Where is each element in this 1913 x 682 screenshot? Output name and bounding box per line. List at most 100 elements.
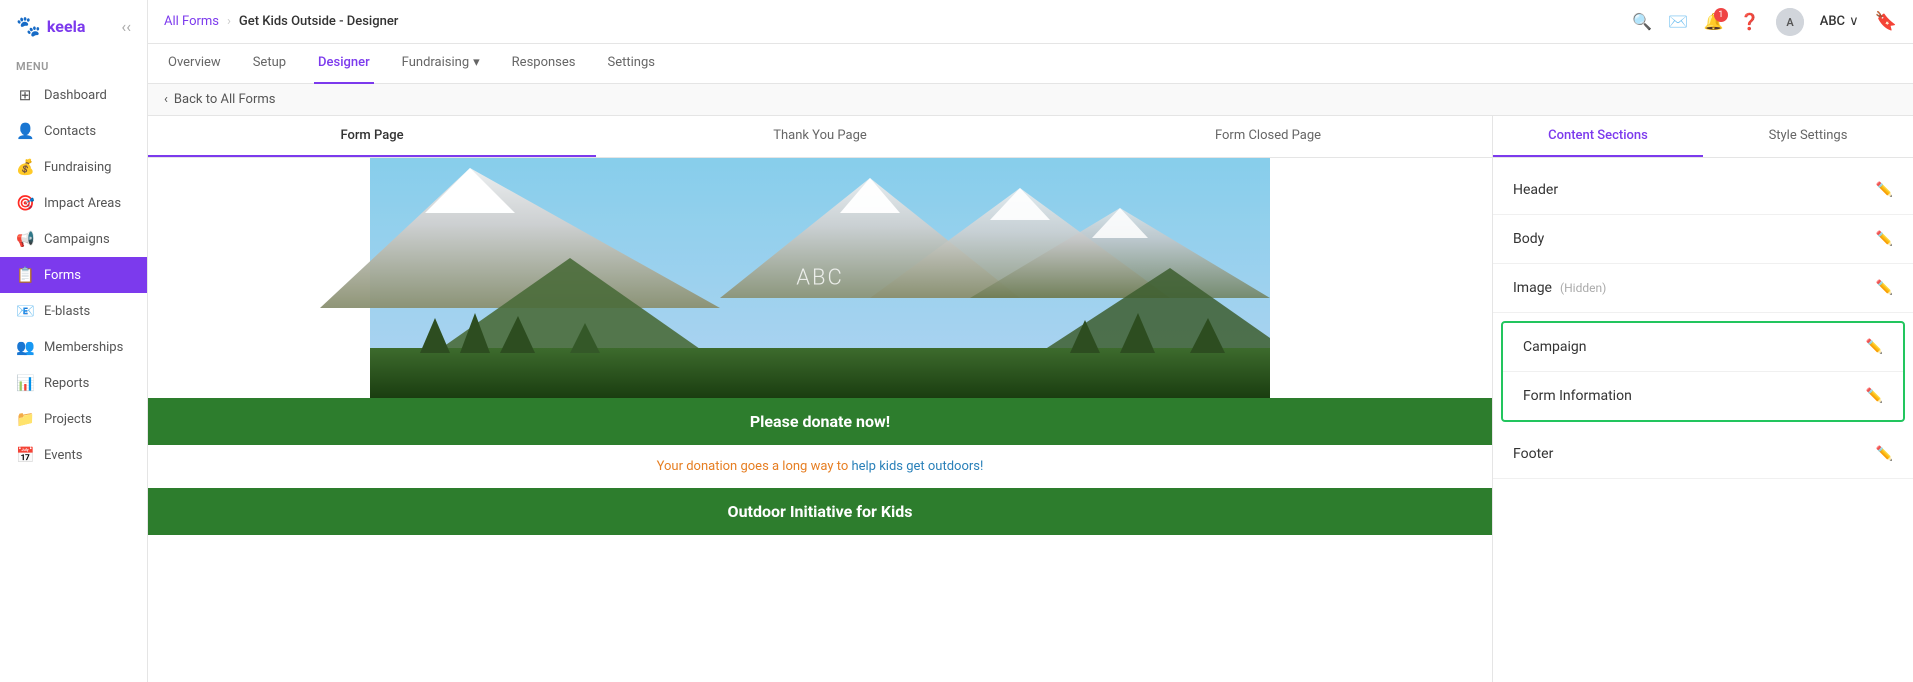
section-header-edit-icon[interactable]: ✏️ — [1876, 182, 1893, 198]
preview-tab-form-page[interactable]: Form Page — [148, 116, 596, 157]
preview-tab-form-closed-label: Form Closed Page — [1215, 128, 1321, 143]
panel-tab-style-settings-label: Style Settings — [1769, 128, 1848, 143]
sidebar-item-dashboard[interactable]: ⊞ Dashboard — [0, 77, 147, 113]
tab-designer-label: Designer — [318, 55, 370, 70]
section-form-information-label: Form Information — [1523, 388, 1632, 404]
tab-responses-label: Responses — [512, 55, 576, 70]
mail-icon[interactable]: ✉️ — [1668, 12, 1688, 31]
section-body-edit-icon[interactable]: ✏️ — [1876, 231, 1893, 247]
main-content: All Forms › Get Kids Outside - Designer … — [148, 0, 1913, 682]
tab-fundraising-label: Fundraising — [402, 55, 469, 70]
form-preview: Form Page Thank You Page Form Closed Pag… — [148, 116, 1493, 682]
section-item-image[interactable]: Image (Hidden) ✏️ — [1493, 264, 1913, 313]
sidebar-item-projects[interactable]: 📁 Projects — [0, 401, 147, 437]
contacts-icon: 👤 — [16, 122, 34, 140]
forms-icon: 📋 — [16, 266, 34, 284]
topbar-right: 🔍 ✉️ 🔔 1 ❓ A ABC ∨ 🔖 — [1632, 8, 1897, 36]
section-footer-label: Footer — [1513, 446, 1553, 462]
sidebar-item-impact-areas[interactable]: 🎯 Impact Areas — [0, 185, 147, 221]
section-campaign-edit-icon[interactable]: ✏️ — [1866, 339, 1883, 355]
panel-tab-content-sections[interactable]: Content Sections — [1493, 116, 1703, 157]
form-cta-bar: Please donate now! — [148, 398, 1492, 445]
panel-content: Header ✏️ Body ✏️ Image (Hidden) ✏️ — [1493, 158, 1913, 682]
sidebar-item-label: Reports — [44, 376, 89, 391]
section-body-label: Body — [1513, 231, 1544, 247]
svg-text:A: A — [1786, 16, 1794, 29]
sidebar-item-reports[interactable]: 📊 Reports — [0, 365, 147, 401]
section-group-highlighted: Campaign ✏️ Form Information ✏️ — [1501, 321, 1905, 422]
breadcrumb-all-forms[interactable]: All Forms — [164, 14, 219, 29]
form-content: ABC Please donate now! Your donation goe… — [148, 158, 1492, 682]
section-header-label: Header — [1513, 182, 1558, 198]
sidebar-item-contacts[interactable]: 👤 Contacts — [0, 113, 147, 149]
form-cta-text: Please donate now! — [750, 412, 890, 431]
subnav: Overview Setup Designer Fundraising ▾ Re… — [148, 44, 1913, 84]
sidebar-item-e-blasts[interactable]: 📧 E-blasts — [0, 293, 147, 329]
tab-responses[interactable]: Responses — [508, 44, 580, 84]
section-item-body[interactable]: Body ✏️ — [1493, 215, 1913, 264]
right-panel: Content Sections Style Settings Header ✏… — [1493, 116, 1913, 682]
projects-icon: 📁 — [16, 410, 34, 428]
back-to-forms-link[interactable]: ‹ Back to All Forms — [164, 92, 1897, 107]
tab-fundraising[interactable]: Fundraising ▾ — [398, 44, 484, 84]
section-image-edit-icon[interactable]: ✏️ — [1876, 280, 1893, 296]
panel-tab-style-settings[interactable]: Style Settings — [1703, 116, 1913, 157]
bookmark-icon[interactable]: 🔖 — [1875, 11, 1897, 32]
sidebar-item-fundraising[interactable]: 💰 Fundraising — [0, 149, 147, 185]
help-icon[interactable]: ❓ — [1740, 12, 1760, 31]
breadcrumb-separator: › — [227, 14, 231, 29]
preview-tab-thank-you[interactable]: Thank You Page — [596, 116, 1044, 157]
sidebar-item-label: Events — [44, 448, 82, 463]
sidebar-item-label: Fundraising — [44, 160, 111, 175]
events-icon: 📅 — [16, 446, 34, 464]
notification-icon[interactable]: 🔔 1 — [1704, 12, 1724, 31]
user-name-text: ABC — [1820, 14, 1845, 29]
panel-tabs: Content Sections Style Settings — [1493, 116, 1913, 158]
sidebar-item-forms[interactable]: 📋 Forms — [0, 257, 147, 293]
keela-logo: 🐾 keela — [16, 14, 85, 38]
sidebar-item-label: Impact Areas — [44, 196, 121, 211]
sidebar: 🐾 keela ‹‹ MENU ⊞ Dashboard 👤 Contacts 💰… — [0, 0, 148, 682]
sidebar-item-events[interactable]: 📅 Events — [0, 437, 147, 473]
user-name-button[interactable]: ABC ∨ — [1820, 14, 1859, 29]
sidebar-item-label: E-blasts — [44, 304, 90, 319]
content-area: Form Page Thank You Page Form Closed Pag… — [148, 116, 1913, 682]
sidebar-logo: 🐾 keela ‹‹ — [0, 0, 147, 52]
section-form-information-edit-icon[interactable]: ✏️ — [1866, 388, 1883, 404]
user-avatar: A — [1776, 8, 1804, 36]
tab-overview[interactable]: Overview — [164, 44, 225, 84]
back-arrow-icon: ‹ — [164, 92, 168, 107]
form-subtitle-part1: Your donation goes a long way to — [657, 459, 852, 474]
e-blasts-icon: 📧 — [16, 302, 34, 320]
breadcrumb: All Forms › Get Kids Outside - Designer — [164, 14, 398, 29]
sidebar-item-label: Forms — [44, 268, 81, 283]
section-item-form-information[interactable]: Form Information ✏️ — [1503, 372, 1903, 420]
sidebar-item-label: Projects — [44, 412, 92, 427]
panel-tab-content-sections-label: Content Sections — [1548, 128, 1648, 143]
preview-tab-form-closed[interactable]: Form Closed Page — [1044, 116, 1492, 157]
fundraising-icon: 💰 — [16, 158, 34, 176]
section-footer-edit-icon[interactable]: ✏️ — [1876, 446, 1893, 462]
sidebar-collapse-button[interactable]: ‹‹ — [121, 17, 131, 36]
section-campaign-label: Campaign — [1523, 339, 1586, 355]
tab-settings[interactable]: Settings — [604, 44, 659, 84]
section-item-footer[interactable]: Footer ✏️ — [1493, 430, 1913, 479]
search-icon[interactable]: 🔍 — [1632, 12, 1652, 31]
preview-tabs: Form Page Thank You Page Form Closed Pag… — [148, 116, 1492, 158]
keela-logo-icon: 🐾 — [16, 14, 41, 38]
reports-icon: 📊 — [16, 374, 34, 392]
sidebar-item-memberships[interactable]: 👥 Memberships — [0, 329, 147, 365]
tab-fundraising-wrapper: Fundraising ▾ — [402, 55, 480, 70]
section-item-header[interactable]: Header ✏️ — [1493, 166, 1913, 215]
tab-setup[interactable]: Setup — [249, 44, 290, 84]
section-item-campaign[interactable]: Campaign ✏️ — [1503, 323, 1903, 372]
chevron-down-icon: ▾ — [473, 55, 480, 70]
tab-designer[interactable]: Designer — [314, 44, 374, 84]
keela-logo-text: keela — [47, 17, 85, 36]
sidebar-item-campaigns[interactable]: 📢 Campaigns — [0, 221, 147, 257]
impact-areas-icon: 🎯 — [16, 194, 34, 212]
preview-tab-form-page-label: Form Page — [340, 128, 403, 143]
form-initiative-bar: Outdoor Initiative for Kids — [148, 488, 1492, 535]
tab-setup-label: Setup — [253, 55, 286, 70]
form-subtitle-link[interactable]: help kids get outdoors! — [851, 459, 983, 474]
